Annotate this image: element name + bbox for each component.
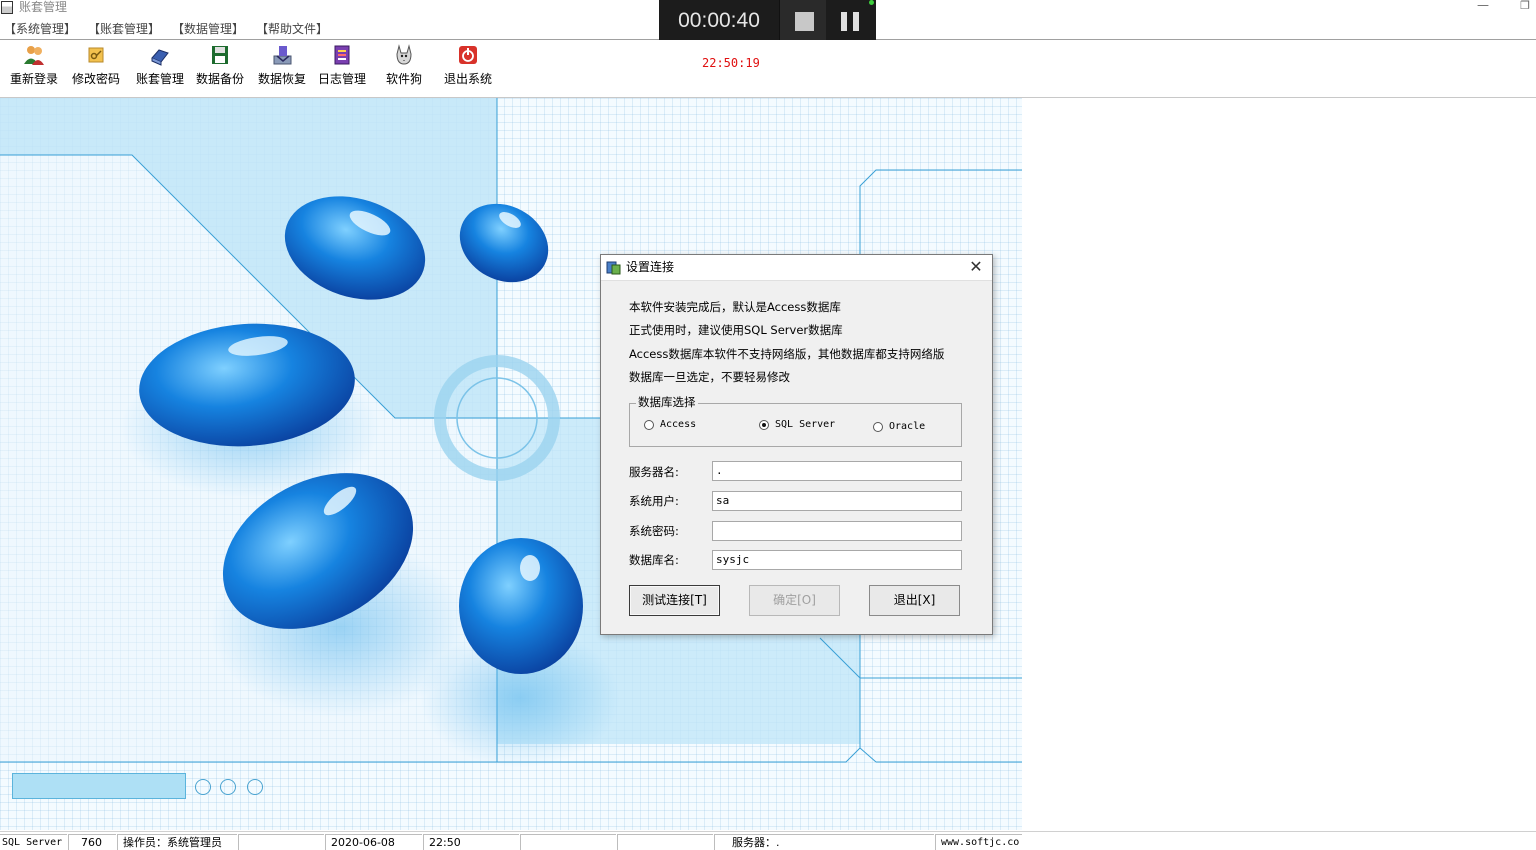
menu-system[interactable]: 【系统管理】 bbox=[4, 18, 76, 38]
status-code: 760 bbox=[68, 834, 116, 850]
save-icon bbox=[212, 46, 228, 64]
status-database-type: SQL Server bbox=[0, 834, 67, 850]
data-backup-button[interactable]: 数据备份 bbox=[194, 44, 246, 94]
status-server: 服务器：. bbox=[714, 834, 934, 850]
dialog-title: 设置连接 bbox=[626, 260, 675, 274]
database-connection-icon bbox=[606, 261, 621, 275]
window-title: 账套管理 bbox=[19, 0, 68, 14]
recorder-elapsed-time: 00:00:40 bbox=[678, 9, 760, 32]
restore-button[interactable]: ❐ bbox=[1518, 0, 1532, 14]
status-time: 22:50 bbox=[423, 834, 519, 850]
system-password-label: 系统密码: bbox=[629, 524, 679, 538]
change-password-button[interactable]: 修改密码 bbox=[70, 44, 122, 94]
system-clock: 22:50:19 bbox=[702, 56, 760, 70]
radio-unchecked-icon bbox=[644, 419, 654, 430]
server-name-label: 服务器名: bbox=[629, 465, 679, 479]
status-date: 2020-06-08 bbox=[325, 834, 422, 850]
account-set-manage-button[interactable]: 账套管理 bbox=[134, 44, 186, 94]
stop-icon bbox=[795, 12, 814, 31]
radio-sql-server[interactable]: SQL Server bbox=[759, 419, 835, 430]
restore-icon bbox=[273, 46, 292, 65]
progress-indicator bbox=[12, 773, 186, 799]
data-restore-button[interactable]: 数据恢复 bbox=[256, 44, 308, 94]
power-icon bbox=[459, 46, 477, 64]
connection-settings-dialog: 设置连接 ✕ 本软件安装完成后，默认是Access数据库 正式使用时，建议使用S… bbox=[600, 254, 993, 635]
clock-icon bbox=[220, 779, 236, 795]
menu-help[interactable]: 【帮助文件】 bbox=[256, 18, 328, 38]
database-type-group: 数据库选择 Access SQL Server Oracle bbox=[629, 395, 962, 447]
users-icon bbox=[24, 46, 44, 65]
radio-checked-icon bbox=[759, 419, 769, 430]
info-text: Access数据库本软件不支持网络版，其他数据库都支持网络版 bbox=[629, 347, 945, 361]
recorder-stop-button[interactable] bbox=[779, 0, 826, 43]
toolbar: 重新登录 修改密码 账套管理 数据备份 数据恢复 日志管理 软件狗 退出系统 bbox=[0, 40, 1536, 98]
radio-access[interactable]: Access bbox=[644, 419, 696, 430]
status-website: www.softjc.co bbox=[935, 834, 1022, 850]
status-operator: 操作员：系统管理员 bbox=[117, 834, 237, 850]
recorder-pause-button[interactable] bbox=[827, 0, 876, 43]
info-text: 数据库一旦选定，不要轻易修改 bbox=[629, 370, 790, 384]
app-icon bbox=[1, 1, 13, 14]
system-user-label: 系统用户: bbox=[629, 494, 679, 508]
radio-unchecked-icon bbox=[873, 421, 883, 432]
test-connection-button[interactable]: 测试连接[T] bbox=[629, 585, 720, 616]
info-text: 正式使用时，建议使用SQL Server数据库 bbox=[629, 323, 843, 337]
dialog-body: 本软件安装完成后，默认是Access数据库 正式使用时，建议使用SQL Serv… bbox=[601, 282, 992, 634]
status-empty bbox=[238, 834, 324, 850]
software-dongle-button[interactable]: 软件狗 bbox=[382, 44, 426, 94]
status-bar: SQL Server 760 操作员：系统管理员 2020-06-08 22:5… bbox=[0, 831, 1536, 850]
radio-oracle[interactable]: Oracle bbox=[873, 421, 925, 432]
info-text: 本软件安装完成后，默认是Access数据库 bbox=[629, 300, 841, 314]
minimize-button[interactable]: — bbox=[1476, 0, 1490, 14]
log-manage-button[interactable]: 日志管理 bbox=[316, 44, 368, 94]
database-type-legend: 数据库选择 bbox=[636, 395, 698, 409]
database-name-label: 数据库名: bbox=[629, 553, 679, 567]
clock-icon bbox=[195, 779, 211, 795]
dialog-titlebar: 设置连接 ✕ bbox=[601, 255, 992, 281]
exit-button[interactable]: 退出[X] bbox=[869, 585, 960, 616]
menu-data[interactable]: 【数据管理】 bbox=[172, 18, 244, 38]
menu-account-sets[interactable]: 【账套管理】 bbox=[88, 18, 160, 38]
exit-system-button[interactable]: 退出系统 bbox=[442, 44, 494, 94]
recording-indicator bbox=[869, 0, 874, 5]
server-name-input[interactable]: . bbox=[712, 461, 962, 481]
database-name-input[interactable]: sysjc bbox=[712, 550, 962, 570]
key-icon bbox=[88, 47, 104, 63]
close-icon[interactable]: ✕ bbox=[962, 256, 990, 280]
books-icon bbox=[151, 49, 169, 66]
ok-button[interactable]: 确定[O] bbox=[749, 585, 840, 616]
system-user-input[interactable]: sa bbox=[712, 491, 962, 511]
dog-icon bbox=[396, 44, 412, 65]
clock-icon bbox=[247, 779, 263, 795]
status-empty bbox=[617, 834, 713, 850]
log-icon bbox=[334, 45, 350, 65]
system-password-input[interactable] bbox=[712, 521, 962, 541]
status-empty bbox=[520, 834, 616, 850]
pause-icon bbox=[841, 12, 847, 31]
screen-recorder-widget: 00:00:40 bbox=[659, 0, 876, 43]
relogin-button[interactable]: 重新登录 bbox=[8, 44, 60, 94]
